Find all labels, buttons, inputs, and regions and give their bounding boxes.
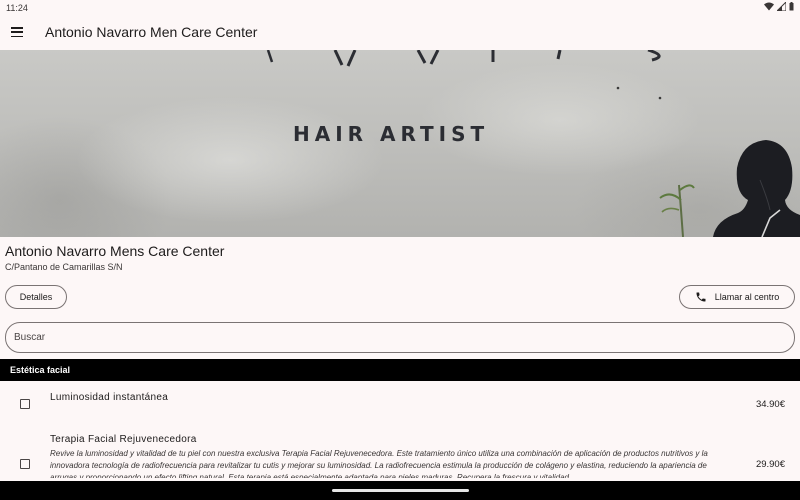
service-checkbox[interactable] [20, 459, 30, 469]
service-description: Revive la luminosidad y vitalidad de tu … [50, 449, 708, 478]
category-label: Estética facial [10, 365, 71, 375]
center-address: C/Pantano de Camarillas S/N [5, 262, 123, 272]
service-price: 29.90€ [755, 459, 785, 470]
battery-icon [789, 2, 794, 13]
status-time: 11:24 [6, 3, 28, 13]
service-checkbox[interactable] [20, 399, 30, 409]
gesture-nav-bar [0, 481, 800, 500]
search-input[interactable] [14, 323, 784, 352]
search-field[interactable] [5, 322, 795, 353]
details-button[interactable]: Detalles [5, 285, 67, 309]
app-title: Antonio Navarro Men Care Center [45, 24, 258, 40]
signal-icon [775, 0, 787, 13]
hero-sign-text: HAIR ARTIST [293, 122, 490, 146]
wifi-icon [764, 2, 774, 13]
service-row[interactable]: Terapia Facial Rejuvenecedora Revive la … [0, 429, 800, 481]
phone-icon [695, 291, 707, 303]
app-bar: Antonio Navarro Men Care Center [0, 15, 800, 50]
hero-image: HAIR ARTIST [0, 50, 800, 237]
service-name: Luminosidad instantánea [50, 392, 169, 403]
service-row[interactable]: Luminosidad instantánea 34.90€ [0, 385, 800, 425]
call-center-label: Llamar al centro [714, 292, 780, 302]
service-price: 34.90€ [755, 399, 785, 410]
menu-icon[interactable] [11, 27, 23, 38]
category-header: Estética facial [0, 359, 800, 381]
status-bar: 11:24 [0, 0, 800, 15]
center-name: Antonio Navarro Mens Care Center [5, 243, 225, 259]
home-handle[interactable] [332, 489, 469, 492]
status-icons [764, 0, 794, 13]
service-name: Terapia Facial Rejuvenecedora [50, 434, 197, 445]
call-center-button[interactable]: Llamar al centro [679, 285, 795, 309]
